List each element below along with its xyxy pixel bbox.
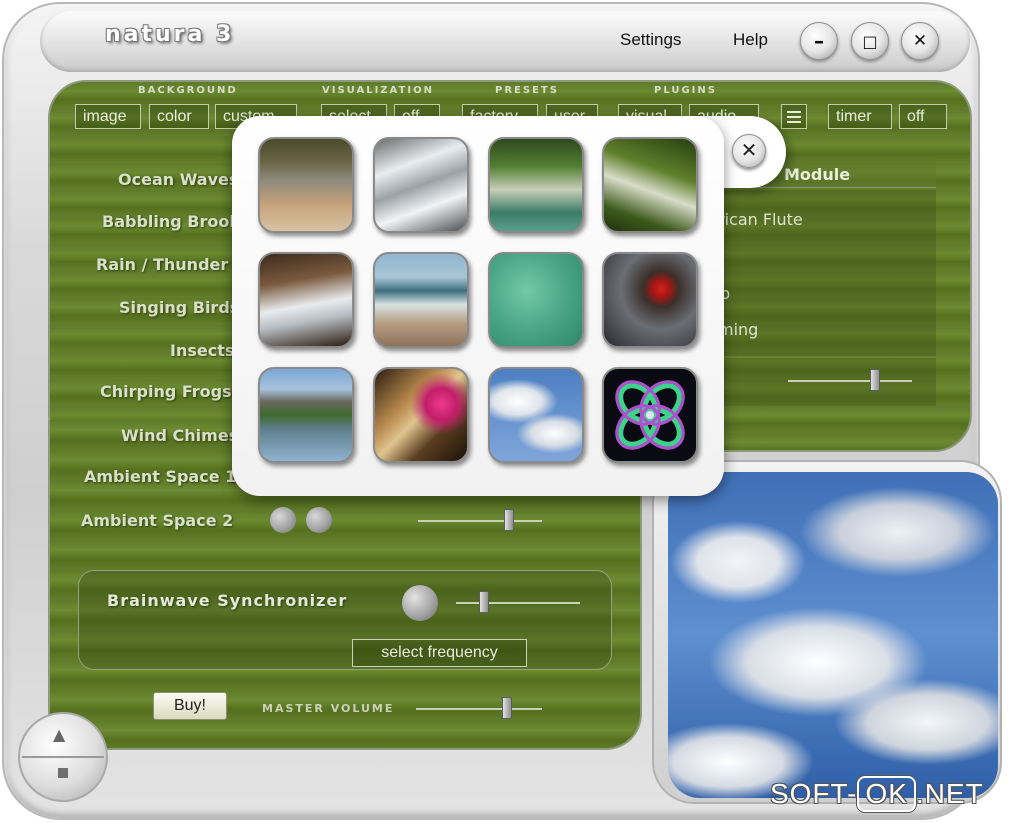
thumbnail-butterfly-flower[interactable] [373,367,469,463]
master-volume-slider-thumb[interactable] [501,697,512,719]
list-menu-icon[interactable] [781,104,807,129]
master-volume-label: MASTER VOLUME [262,702,395,715]
thumbnail-fractal-visual[interactable] [602,367,698,463]
background-section-label: BACKGROUND [138,85,238,96]
thumbnail-red-cardinal[interactable] [602,252,698,348]
background-color-button[interactable]: color [149,104,209,129]
watermark: SOFT- OK .NET [770,776,984,812]
module-volume-box [700,358,936,406]
buy-button[interactable]: Buy! [153,692,227,720]
brainwave-title: Brainwave Synchronizer [107,591,348,610]
thumbnail-waterfall-rapids[interactable] [373,137,469,233]
module-title: Module [784,165,851,184]
watermark-ok: OK [857,776,916,812]
maximize-button[interactable]: □ [851,22,889,60]
presets-section-label: PRESETS [495,85,559,96]
select-frequency-button[interactable]: select frequency [352,639,527,667]
transport-divider [22,756,104,758]
app-logo: natura 3 [105,22,235,47]
popup-close-button[interactable]: ✕ [732,134,766,168]
background-image-button[interactable]: image [75,104,141,129]
thumbnail-green-water[interactable] [488,252,584,348]
sound-wind-chimes[interactable]: Wind Chimes [121,426,238,445]
help-menu[interactable]: Help [733,30,768,50]
brainwave-slider-thumb[interactable] [478,591,489,613]
ambient-space-2-slider-thumb[interactable] [503,509,514,531]
watermark-suffix: .NET [915,778,984,809]
ambient-space-2-knob-a[interactable] [270,507,296,533]
sound-insects[interactable]: Insects [170,341,234,360]
sound-babbling-brook[interactable]: Babbling Brook [102,212,240,231]
timer-button[interactable]: timer [828,104,892,129]
watermark-prefix: SOFT- [770,778,858,809]
settings-menu[interactable]: Settings [620,30,681,50]
master-volume-slider-track[interactable] [416,708,542,710]
sound-ambient-space-1[interactable]: Ambient Space 1 [84,467,236,486]
ambient-space-2-slider-track[interactable] [418,520,542,522]
thumbnail-mountain-lake[interactable] [258,367,354,463]
visualization-section-label: VISUALIZATION [322,85,434,96]
timer-off-button[interactable]: off [899,104,947,129]
fractal-visual-icon [615,380,685,450]
plugins-section-label: PLUGINS [654,85,717,96]
thumbnail-forest-waterfall[interactable] [488,137,584,233]
module-item-flute[interactable]: rican Flute [718,210,803,229]
minimize-button[interactable]: – [800,22,838,60]
module-volume-slider-track[interactable] [788,380,912,382]
sound-chirping-frogs[interactable]: Chirping Frogs [100,382,232,401]
thumbnail-rocky-stream[interactable] [258,137,354,233]
stop-square-icon[interactable] [58,768,68,778]
sound-rain-thunder[interactable]: Rain / Thunder [96,255,228,274]
thumbnail-mossy-waterfall[interactable] [602,137,698,233]
hamburger-icon [787,111,801,123]
close-button[interactable]: ✕ [901,22,939,60]
cloudy-sky-preview-image [668,472,998,798]
thumbnail-mountain-creek[interactable] [258,252,354,348]
sound-singing-birds[interactable]: Singing Birds [119,298,239,317]
module-volume-slider-thumb[interactable] [870,369,881,391]
module-item-ming[interactable]: ming [718,320,758,339]
brainwave-panel [78,570,612,670]
thumbnail-cloudy-sky[interactable] [488,367,584,463]
sound-ocean-waves[interactable]: Ocean Waves [118,170,238,189]
brainwave-knob[interactable] [402,585,438,621]
ambient-space-2-knob-b[interactable] [306,507,332,533]
sound-ambient-space-2[interactable]: Ambient Space 2 [81,511,233,530]
brainwave-slider-track[interactable] [456,602,580,604]
thumbnail-beach-waves[interactable] [373,252,469,348]
play-up-arrow-icon[interactable]: ▲ [53,725,65,744]
